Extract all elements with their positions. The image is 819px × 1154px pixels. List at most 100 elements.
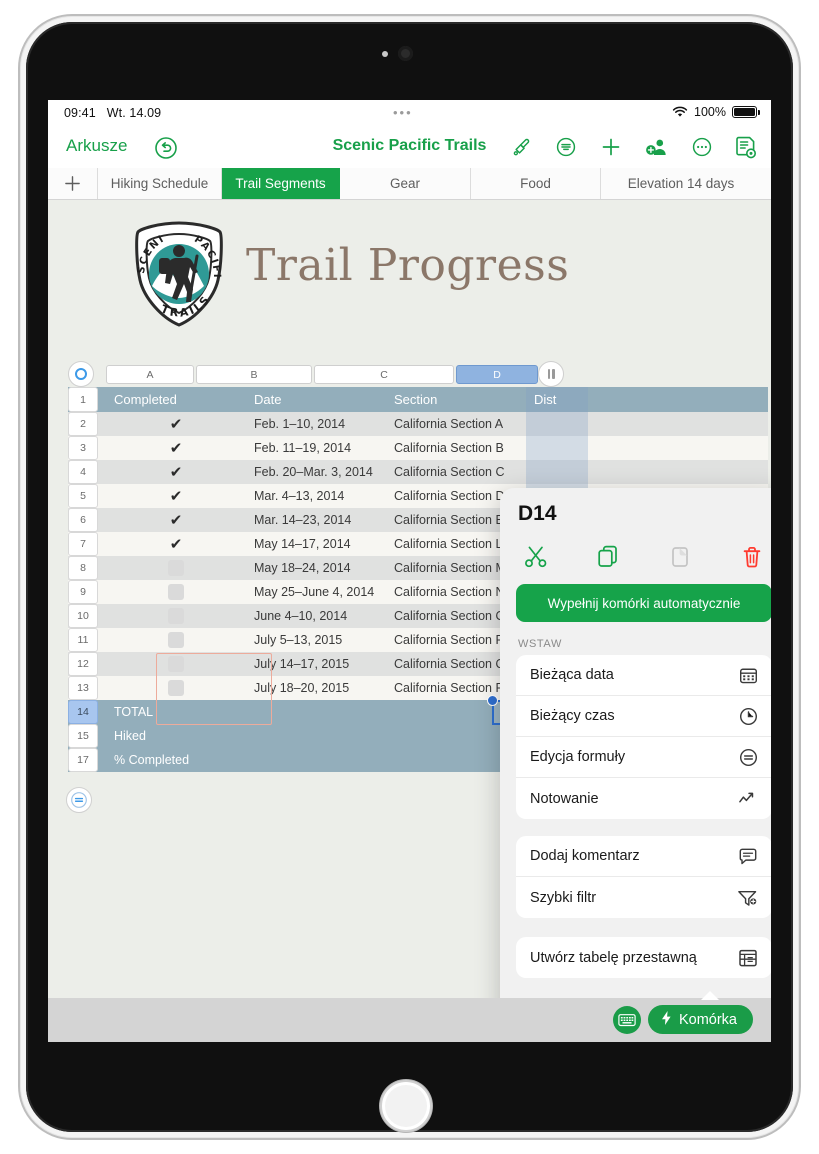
- row-number[interactable]: 17: [68, 748, 98, 772]
- cell-section[interactable]: California Section B: [386, 436, 526, 460]
- cell-distance[interactable]: [526, 436, 588, 460]
- cell-format-button[interactable]: Komórka: [647, 1005, 753, 1034]
- selection-handle-top[interactable]: [487, 695, 498, 706]
- multitask-dots-icon[interactable]: •••: [393, 105, 413, 120]
- cell-completed[interactable]: ✔: [106, 484, 246, 508]
- menu-item-create-pivot-table[interactable]: Utwórz tabelę przestawną: [516, 937, 771, 978]
- table-select-icon[interactable]: [68, 361, 94, 387]
- menu-item-current-date[interactable]: Bieżąca data: [516, 655, 771, 696]
- sheet-tab-elevation-14-days[interactable]: Elevation 14 days: [601, 168, 761, 199]
- cell-date[interactable]: Mar. 4–13, 2014: [246, 484, 386, 508]
- add-sheet-button[interactable]: [48, 168, 98, 199]
- cell-date[interactable]: May 14–17, 2014: [246, 532, 386, 556]
- more-icon[interactable]: [691, 136, 713, 158]
- cell-extra[interactable]: [588, 460, 768, 484]
- cell-completed[interactable]: [106, 604, 246, 628]
- menu-item-stock-quote[interactable]: Notowanie: [516, 778, 771, 819]
- cell-extra[interactable]: [588, 412, 768, 436]
- menu-item-edit-formula[interactable]: Edycja formuły: [516, 737, 771, 778]
- checkbox-icon[interactable]: [168, 560, 184, 576]
- cell-b1[interactable]: Date: [246, 387, 386, 412]
- keyboard-icon[interactable]: [613, 1006, 641, 1034]
- checkbox-icon[interactable]: [168, 680, 184, 696]
- cell-date[interactable]: July 14–17, 2015: [246, 652, 386, 676]
- menu-item-quick-filter[interactable]: Szybki filtr: [516, 877, 771, 918]
- cell-section[interactable]: California Section A: [386, 412, 526, 436]
- cell-completed[interactable]: [106, 652, 246, 676]
- row-number[interactable]: 11: [68, 628, 98, 652]
- cell-date[interactable]: Feb. 11–19, 2014: [246, 436, 386, 460]
- cell-completed[interactable]: [106, 628, 246, 652]
- row-number[interactable]: 2: [68, 412, 98, 436]
- cell-d1[interactable]: Dist: [526, 387, 588, 412]
- menu-item-current-time[interactable]: Bieżący czas: [516, 696, 771, 737]
- checkbox-icon[interactable]: [168, 656, 184, 672]
- sheet-tab-trail-segments[interactable]: Trail Segments: [222, 168, 340, 199]
- row-number[interactable]: 10: [68, 604, 98, 628]
- formula-icon[interactable]: [66, 787, 92, 813]
- cell-completed[interactable]: ✔: [106, 436, 246, 460]
- cell-date[interactable]: Feb. 20–Mar. 3, 2014: [246, 460, 386, 484]
- cell-a1[interactable]: Completed: [106, 387, 246, 412]
- cell-completed[interactable]: ✔: [106, 412, 246, 436]
- summary-label[interactable]: TOTAL: [106, 700, 450, 724]
- row-number[interactable]: 7: [68, 532, 98, 556]
- summary-label[interactable]: % Completed: [106, 748, 450, 772]
- menu-item-add-comment[interactable]: Dodaj komentarz: [516, 836, 771, 877]
- cell-completed[interactable]: ✔: [106, 532, 246, 556]
- cell-date[interactable]: Feb. 1–10, 2014: [246, 412, 386, 436]
- delete-icon[interactable]: [716, 544, 771, 570]
- sheet-tab-gear[interactable]: Gear: [340, 168, 471, 199]
- cell-completed[interactable]: [106, 676, 246, 700]
- cell-date[interactable]: June 4–10, 2014: [246, 604, 386, 628]
- cell-extra[interactable]: [588, 436, 768, 460]
- cell-completed[interactable]: ✔: [106, 460, 246, 484]
- cell-completed[interactable]: [106, 580, 246, 604]
- sheet-tab-food[interactable]: Food: [471, 168, 601, 199]
- row-number[interactable]: 13: [68, 676, 98, 700]
- row-number[interactable]: 1: [68, 387, 98, 412]
- summary-label[interactable]: Hiked: [106, 724, 450, 748]
- scenic-pacific-trails-logo[interactable]: SCENIC PACIFIC TRAILS: [122, 212, 232, 328]
- sheet-tab-hiking-schedule[interactable]: Hiking Schedule: [98, 168, 222, 199]
- row-number[interactable]: 14: [68, 700, 98, 724]
- insert-icon[interactable]: [555, 136, 577, 158]
- document-options-icon[interactable]: [735, 135, 757, 159]
- cut-icon[interactable]: [500, 544, 572, 570]
- row-number[interactable]: 9: [68, 580, 98, 604]
- cell-distance[interactable]: [526, 412, 588, 436]
- row-number[interactable]: 4: [68, 460, 98, 484]
- cell-distance[interactable]: [526, 460, 588, 484]
- checkbox-icon[interactable]: [168, 632, 184, 648]
- column-header-c[interactable]: C: [314, 365, 454, 384]
- cell-date[interactable]: Mar. 14–23, 2014: [246, 508, 386, 532]
- cell-date[interactable]: July 18–20, 2015: [246, 676, 386, 700]
- row-number[interactable]: 12: [68, 652, 98, 676]
- column-handle-icon[interactable]: [538, 361, 564, 387]
- row-number[interactable]: 8: [68, 556, 98, 580]
- row-number[interactable]: 15: [68, 724, 98, 748]
- cell-date[interactable]: May 25–June 4, 2014: [246, 580, 386, 604]
- cell-completed[interactable]: ✔: [106, 508, 246, 532]
- collaborate-icon[interactable]: [645, 136, 669, 158]
- page-title[interactable]: Trail Progress: [246, 240, 569, 291]
- checkbox-icon[interactable]: [168, 584, 184, 600]
- cell-section[interactable]: California Section C: [386, 460, 526, 484]
- column-header-d[interactable]: D: [456, 365, 538, 384]
- row-number[interactable]: 6: [68, 508, 98, 532]
- row-number[interactable]: 3: [68, 436, 98, 460]
- checkbox-icon[interactable]: [168, 608, 184, 624]
- row-number[interactable]: 5: [68, 484, 98, 508]
- column-header-b[interactable]: B: [196, 365, 312, 384]
- format-brush-icon[interactable]: [511, 136, 533, 158]
- home-button[interactable]: [380, 1080, 432, 1132]
- copy-icon[interactable]: [572, 544, 644, 570]
- cell-c1[interactable]: Section: [386, 387, 526, 412]
- cell-e1[interactable]: [588, 387, 768, 412]
- autofill-cells-button[interactable]: Wypełnij komórki automatycznie: [516, 584, 771, 622]
- cell-date[interactable]: May 18–24, 2014: [246, 556, 386, 580]
- column-header-a[interactable]: A: [106, 365, 194, 384]
- cell-completed[interactable]: [106, 556, 246, 580]
- cell-date[interactable]: July 5–13, 2015: [246, 628, 386, 652]
- add-icon[interactable]: [599, 135, 623, 159]
